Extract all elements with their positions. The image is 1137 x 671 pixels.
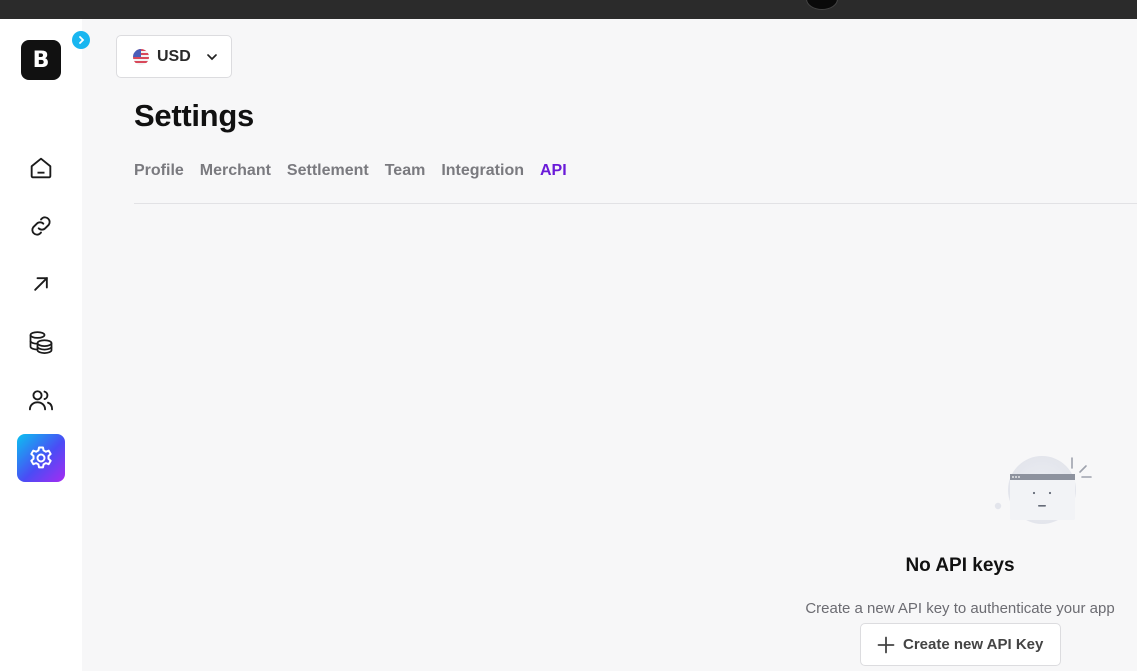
tab-team[interactable]: Team: [385, 162, 426, 180]
tabs-divider: [134, 203, 1137, 204]
sidebar: B: [0, 19, 82, 671]
arrow-up-right-icon: [34, 277, 48, 291]
sidebar-expand-button[interactable]: [72, 31, 90, 49]
main-content: USD Settings Profile Merchant Settlement…: [82, 19, 1137, 671]
brand-logo[interactable]: B: [21, 40, 61, 80]
empty-state-description: Create a new API key to authenticate you…: [805, 600, 1115, 617]
link-icon: [31, 216, 51, 236]
gear-icon: [30, 446, 52, 469]
currency-value: USD: [157, 47, 191, 65]
home-icon: [30, 157, 52, 179]
plus-icon: [877, 636, 895, 653]
create-api-key-button[interactable]: Create new API Key: [860, 623, 1061, 666]
sidebar-item-send[interactable]: [17, 260, 65, 308]
sidebar-item-coins[interactable]: [17, 318, 65, 366]
sidebar-item-users[interactable]: [17, 376, 65, 424]
tab-integration[interactable]: Integration: [441, 162, 524, 180]
sidebar-item-links[interactable]: [17, 202, 65, 250]
tab-settlement[interactable]: Settlement: [287, 162, 369, 180]
sidebar-item-settings[interactable]: [17, 434, 65, 482]
coins-icon: [29, 331, 53, 354]
settings-tabs: Profile Merchant Settlement Team Integra…: [134, 162, 583, 180]
top-bar: [0, 0, 1137, 19]
user-avatar[interactable]: [806, 0, 838, 10]
tab-profile[interactable]: Profile: [134, 162, 184, 180]
sidebar-item-home[interactable]: [17, 144, 65, 192]
create-api-key-label: Create new API Key: [903, 636, 1044, 653]
tab-merchant[interactable]: Merchant: [200, 162, 271, 180]
page-title: Settings: [134, 98, 254, 133]
us-flag-icon: [133, 48, 149, 65]
chevron-right-icon: [79, 36, 85, 44]
tab-api[interactable]: API: [540, 162, 567, 180]
empty-box-illustration: [994, 456, 1092, 524]
empty-state-title: No API keys: [905, 555, 1015, 576]
chevron-down-icon: [206, 53, 217, 60]
currency-selector[interactable]: USD: [116, 35, 232, 78]
users-icon: [28, 390, 54, 411]
